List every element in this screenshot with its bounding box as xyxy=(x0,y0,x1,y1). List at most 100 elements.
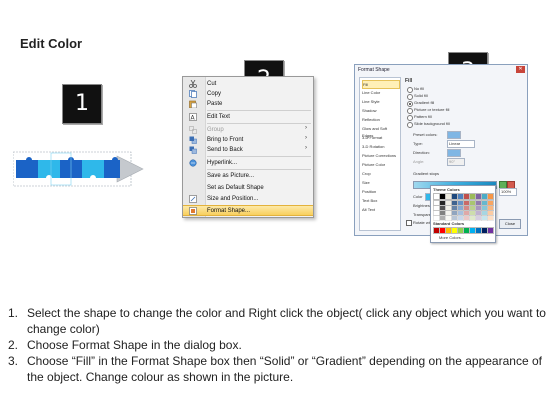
category-line-color[interactable]: Line Color xyxy=(362,89,398,96)
gradient-stops-label: Gradient stops xyxy=(413,171,440,176)
menu-separator xyxy=(207,110,311,111)
puzzle-piece-4 xyxy=(82,160,107,178)
menu-item-save-as-picture[interactable]: Save as Picture... xyxy=(183,171,313,181)
radio-no-fill[interactable] xyxy=(407,87,413,93)
submenu-arrow-icon: › xyxy=(305,125,307,131)
radio-picture-fill[interactable] xyxy=(407,108,413,114)
direction-label: Direction: xyxy=(413,150,430,155)
direction-dropdown[interactable] xyxy=(447,149,461,157)
menu-separator xyxy=(207,169,311,170)
close-icon[interactable]: ✕ xyxy=(516,66,525,73)
size-position-icon xyxy=(189,195,197,203)
menu-item-label: Group xyxy=(207,127,224,133)
menu-item-label: Edit Text xyxy=(207,114,230,120)
instruction-number: 2. xyxy=(8,338,19,352)
color-palette-popup: Theme Colors Standard Colors More Colors… xyxy=(430,185,496,243)
menu-item-label: Hyperlink... xyxy=(207,160,238,166)
puzzle-pieces xyxy=(16,157,120,178)
category-line-style[interactable]: Line Style xyxy=(362,98,398,105)
instruction-number: 1. xyxy=(8,306,19,320)
scissors-icon xyxy=(189,79,197,88)
send-back-icon xyxy=(189,146,197,154)
category-3d-rotation[interactable]: 3-D Rotation xyxy=(362,143,398,150)
instruction-text: Choose Format Shape in the dialog box. xyxy=(27,338,242,352)
puzzle-arrow-graphic[interactable] xyxy=(13,148,145,190)
angle-input[interactable]: 90° xyxy=(447,158,465,166)
menu-item-label: Format Shape... xyxy=(207,208,251,214)
menu-item-label: Send to Back xyxy=(207,147,243,153)
menu-item-paste[interactable]: Paste xyxy=(183,99,313,109)
category-reflection[interactable]: Reflection xyxy=(362,116,398,123)
puzzle-piece-2 xyxy=(38,160,63,178)
group-icon xyxy=(189,126,197,134)
menu-item-set-default-shape[interactable]: Set as Default Shape xyxy=(183,183,313,193)
menu-item-label: Cut xyxy=(207,81,217,87)
instruction-text: Choose “Fill” in the Format Shape box th… xyxy=(27,354,542,384)
radio-label: Slide background fill xyxy=(414,121,450,126)
position-input[interactable]: 100% xyxy=(499,188,517,196)
category-picture-corrections[interactable]: Picture Corrections xyxy=(362,152,398,159)
menu-item-label: Save as Picture... xyxy=(207,173,255,179)
menu-item-bring-to-front[interactable]: Bring to Front › xyxy=(183,135,313,145)
format-shape-dialog: Format Shape ✕ Fill Line Color Line Styl… xyxy=(354,64,528,243)
standard-colors-label: Standard Colors xyxy=(433,221,465,226)
theme-colors-label: Theme Colors xyxy=(433,187,460,192)
radio-solid-fill[interactable] xyxy=(407,94,413,100)
copy-icon xyxy=(189,90,197,98)
page-title: Edit Color xyxy=(20,36,83,51)
rotate-with-shape-checkbox[interactable] xyxy=(406,220,412,226)
menu-item-cut[interactable]: Cut xyxy=(183,79,313,89)
category-fill[interactable]: Fill xyxy=(362,80,400,89)
radio-label: No fill xyxy=(414,86,425,91)
menu-item-edit-text[interactable]: A Edit Text xyxy=(183,112,313,122)
preset-label: Preset colors: xyxy=(413,132,438,137)
instruction-item: 3. Choose “Fill” in the Format Shape box … xyxy=(8,353,553,385)
standard-color-swatch[interactable] xyxy=(487,227,494,234)
category-crop[interactable]: Crop xyxy=(362,170,398,177)
radio-slide-bg-fill[interactable] xyxy=(407,122,413,128)
type-dropdown[interactable]: Linear xyxy=(447,140,475,148)
radio-label: Picture or texture fill xyxy=(414,107,450,112)
instruction-number: 3. xyxy=(8,354,19,368)
close-button[interactable]: Close xyxy=(499,219,521,229)
menu-item-copy[interactable]: Copy xyxy=(183,89,313,99)
submenu-arrow-icon: › xyxy=(305,135,307,141)
color-label: Color xyxy=(413,194,423,199)
instruction-item: 1. Select the shape to change the color a… xyxy=(8,305,553,337)
instruction-item: 2. Choose Format Shape in the dialog box. xyxy=(8,337,553,353)
category-3d-format[interactable]: 3-D Format xyxy=(362,134,398,141)
angle-label: Angle: xyxy=(413,159,425,164)
preset-colors-dropdown[interactable] xyxy=(447,131,461,139)
menu-item-send-to-back[interactable]: Send to Back › xyxy=(183,145,313,155)
submenu-arrow-icon: › xyxy=(305,145,307,151)
menu-item-format-shape[interactable]: Format Shape... xyxy=(183,205,313,216)
theme-tint-swatch[interactable] xyxy=(487,215,494,221)
paste-icon xyxy=(189,100,197,109)
radio-label: Pattern fill xyxy=(414,114,432,119)
category-glow[interactable]: Glow and Soft Edges xyxy=(362,125,398,138)
menu-separator xyxy=(207,156,311,157)
fill-heading: Fill xyxy=(405,78,413,84)
category-position[interactable]: Position xyxy=(362,188,398,195)
edit-text-icon: A xyxy=(189,113,197,122)
menu-item-hyperlink[interactable]: Hyperlink... xyxy=(183,158,313,168)
step-1-badge: 1 xyxy=(62,84,102,124)
radio-label: Gradient fill xyxy=(414,100,435,105)
instruction-list: 1. Select the shape to change the color a… xyxy=(8,305,553,385)
more-colors-link[interactable]: More Colors... xyxy=(439,235,464,240)
radio-pattern-fill[interactable] xyxy=(407,115,413,121)
hyperlink-icon xyxy=(189,159,197,167)
category-text-box[interactable]: Text Box xyxy=(362,197,398,204)
menu-item-label: Paste xyxy=(207,101,223,107)
category-size[interactable]: Size xyxy=(362,179,398,186)
menu-item-size-and-position[interactable]: Size and Position... xyxy=(183,194,313,204)
category-shadow[interactable]: Shadow xyxy=(362,107,398,114)
menu-item-label: Copy xyxy=(207,91,222,97)
puzzle-piece-1 xyxy=(16,157,41,178)
radio-gradient-fill[interactable] xyxy=(407,101,413,107)
theme-color-swatch[interactable] xyxy=(487,193,494,200)
menu-item-group[interactable]: Group › xyxy=(183,125,313,135)
angle-value: 90° xyxy=(449,159,456,164)
category-alt-text[interactable]: Alt Text xyxy=(362,206,398,213)
category-picture-color[interactable]: Picture Color xyxy=(362,161,398,168)
